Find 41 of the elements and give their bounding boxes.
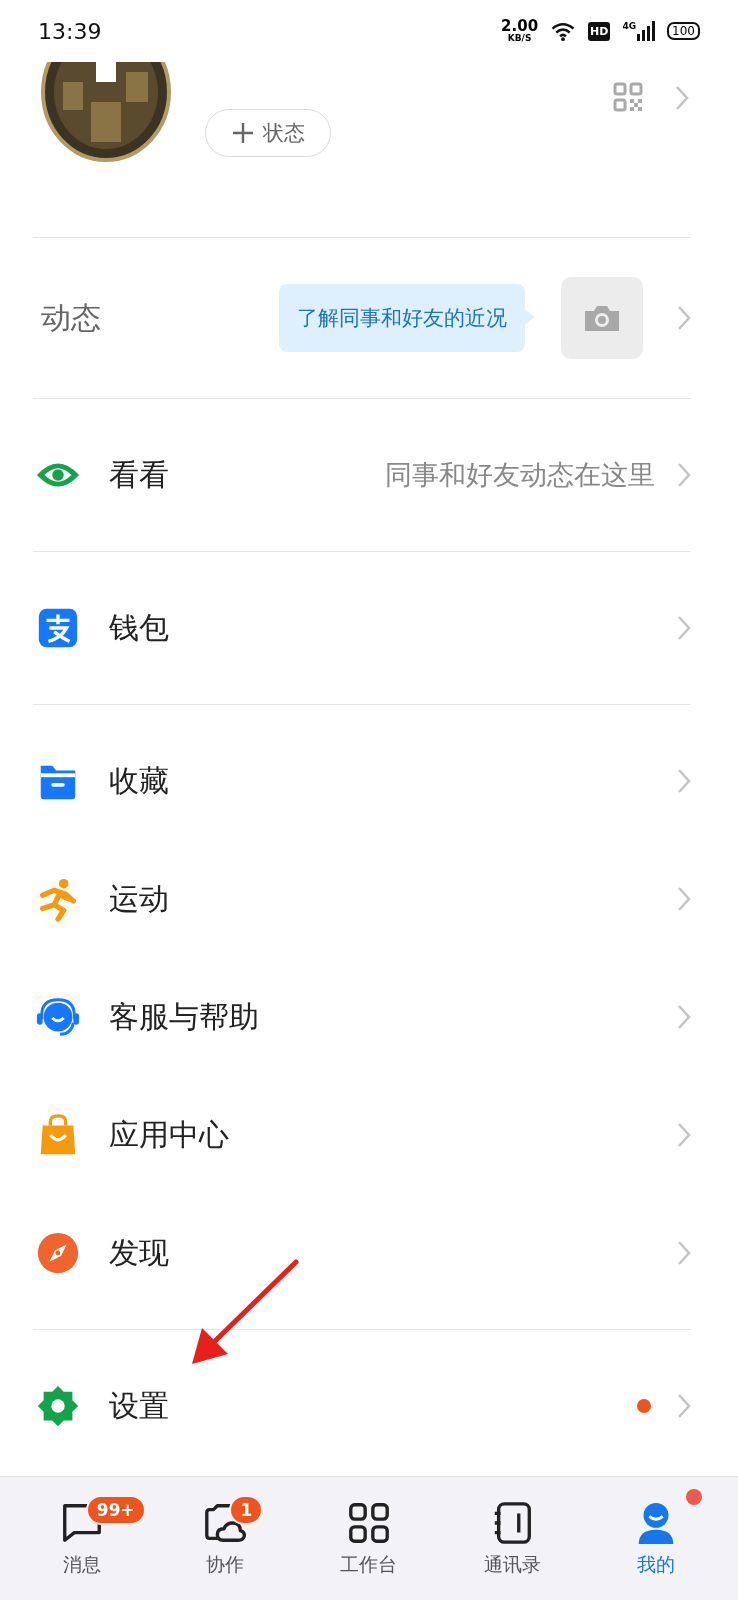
chevron-icon [677, 1122, 691, 1148]
chevron-icon [677, 1393, 691, 1419]
menu-item[interactable]: 运动 [33, 840, 691, 958]
camera-button[interactable] [561, 277, 643, 359]
hd-badge: HD [588, 21, 611, 41]
gear-icon [35, 1383, 81, 1429]
count-badge: 99+ [85, 1495, 146, 1525]
signal-icon [637, 21, 656, 41]
chevron-icon [675, 85, 689, 111]
tab-item[interactable]: 协作 1 [165, 1477, 286, 1600]
network-type: 4G [622, 21, 637, 31]
tab-item[interactable]: 通讯录 [452, 1477, 573, 1600]
menu-item[interactable]: 客服与帮助 [33, 958, 691, 1076]
menu-item[interactable]: 看看 同事和好友动态在这里 [33, 416, 691, 534]
clock-time: 13:39 [38, 18, 102, 44]
menu-subtitle: 同事和好友动态在这里 [385, 458, 655, 492]
menu-item[interactable]: 应用中心 [33, 1076, 691, 1194]
chevron-icon [677, 462, 691, 488]
menu-item[interactable]: 发现 [33, 1194, 691, 1312]
moments-label[interactable]: 动态 [33, 297, 279, 339]
chevron-icon [677, 615, 691, 641]
tab-item[interactable]: 工作台 [309, 1477, 429, 1600]
chevron-icon [677, 886, 691, 912]
chevron-icon [677, 1004, 691, 1030]
tab-item[interactable]: 我的 [596, 1477, 717, 1600]
status-button[interactable]: 状态 [205, 109, 331, 157]
network-speed: 2.00 [501, 19, 539, 34]
chevron-icon [677, 1240, 691, 1266]
chevron-icon [677, 305, 691, 331]
speed-unit: KB/S [507, 34, 532, 43]
wifi-icon [550, 20, 577, 42]
menu-item[interactable]: 收藏 [33, 722, 691, 840]
plus-icon [231, 121, 255, 145]
menu-item[interactable]: 钱包 [33, 569, 691, 687]
battery-level: 100 [667, 22, 700, 40]
chevron-icon [677, 768, 691, 794]
count-badge: 1 [229, 1495, 264, 1525]
tooltip-tail [523, 308, 535, 326]
menu-item[interactable]: 设置 [33, 1347, 691, 1465]
compass-icon [35, 1230, 81, 1276]
qr-code-icon[interactable] [613, 82, 643, 112]
